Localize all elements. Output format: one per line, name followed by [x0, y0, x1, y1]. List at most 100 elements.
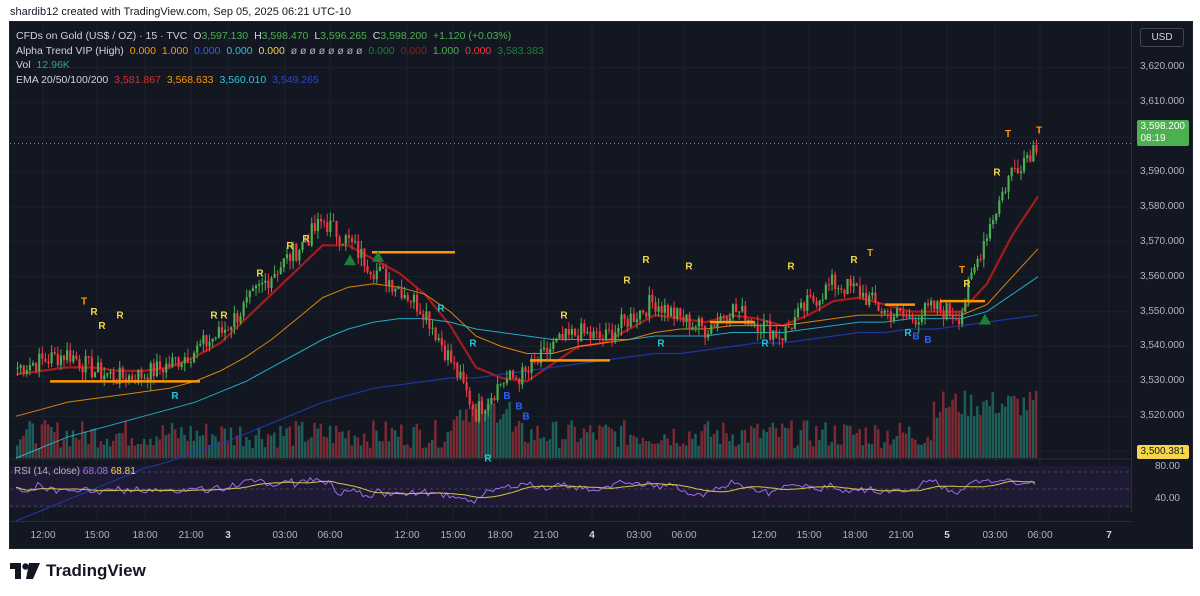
signal-marker-b: B	[522, 412, 529, 423]
candle-body	[47, 361, 50, 364]
candle-body	[558, 333, 561, 339]
volume-bar	[1007, 395, 1010, 458]
volume-bar	[880, 447, 883, 458]
candle-body	[90, 357, 93, 378]
tradingview-logo[interactable]: TradingView	[10, 561, 146, 581]
candle-body	[632, 313, 635, 323]
rsi-name[interactable]: RSI (14, close)	[14, 466, 80, 477]
candle-body	[437, 338, 440, 340]
currency-selector[interactable]: USD	[1140, 28, 1184, 47]
signal-marker-t: T	[867, 248, 873, 259]
candle-body	[276, 273, 279, 275]
candle-body	[183, 357, 186, 364]
volume-bar	[756, 423, 759, 458]
signal-marker-t: T	[1036, 126, 1042, 137]
volume-bar	[149, 438, 152, 458]
volume-bar	[427, 442, 431, 458]
volume-row[interactable]: Vol 12.96K	[16, 58, 547, 73]
volume-bar	[988, 405, 991, 458]
ema-row[interactable]: EMA 20/50/100/200 3,581.867 3,568.633 3,…	[16, 73, 547, 88]
candle-body	[601, 338, 604, 341]
ema20-value: 3,581.867	[114, 73, 161, 86]
candle-body	[251, 288, 255, 292]
symbol-name[interactable]: CFDs on Gold (US$ / OZ) · 15 · TVC	[16, 30, 187, 42]
volume-bar	[790, 420, 793, 458]
volume-bar	[93, 428, 96, 458]
symbol-row[interactable]: CFDs on Gold (US$ / OZ) · 15 · TVC O3,59…	[16, 29, 547, 44]
price-chart[interactable]: TRRR R RRRRRRRBBBRRRRRR RRRTR B BTRRT T	[10, 22, 1132, 522]
candle-body	[319, 218, 323, 222]
candle-body	[812, 295, 815, 302]
candle-body	[1001, 191, 1004, 201]
volume-bar	[904, 433, 908, 458]
volume-bar	[623, 420, 626, 458]
volume-bar	[672, 428, 676, 458]
volume-bar	[889, 444, 892, 458]
tradingview-wordmark: TradingView	[46, 561, 146, 580]
candle-body	[530, 360, 533, 373]
time-axis[interactable]: 12:00 15:00 18:00 21:00 3 03:00 06:00 12:00 15:0…	[10, 521, 1132, 548]
candle-body	[1026, 155, 1029, 159]
candle-body	[707, 333, 710, 338]
volume-bar	[833, 425, 837, 458]
candle-body	[347, 235, 351, 238]
candle-body	[756, 323, 759, 333]
volume-bar	[365, 441, 369, 458]
time-tick: 3	[225, 530, 231, 541]
volume-bar	[285, 428, 288, 458]
candle-body	[561, 333, 564, 340]
candle-body	[976, 258, 979, 268]
candle-body	[930, 300, 933, 306]
candle-body	[360, 248, 363, 258]
volume-bar	[403, 445, 406, 458]
candle-body	[691, 327, 694, 330]
volume-bar	[644, 440, 648, 458]
candle-body	[617, 327, 620, 333]
volume-bar	[815, 425, 818, 458]
candle-body	[1032, 145, 1035, 162]
volume-bar	[839, 444, 843, 458]
volume-bar	[542, 437, 545, 458]
price-tick: 3,570.000	[1140, 235, 1185, 247]
volume-bar	[876, 429, 880, 458]
alpha-trend-row[interactable]: Alpha Trend VIP (High) 0.000 1.000 0.000…	[16, 44, 547, 59]
alpha-trend-name[interactable]: Alpha Trend VIP (High)	[16, 45, 124, 57]
chart-frame[interactable]: TRRRRRRRRRRRBBBRRRRRRRRRTRBBTRRTT CFDs o…	[9, 21, 1193, 549]
ema-name[interactable]: EMA 20/50/100/200	[16, 74, 108, 86]
candle-body	[874, 292, 877, 303]
candle-body	[279, 267, 282, 274]
volume-bar	[920, 444, 923, 458]
candle-body	[868, 295, 871, 305]
candle-body	[310, 223, 313, 246]
candle-body	[611, 330, 614, 342]
candle-body	[258, 284, 261, 286]
time-tick: 06:00	[317, 530, 343, 541]
candle-body	[140, 369, 143, 378]
candle-body	[72, 355, 75, 362]
signal-marker-b: B	[924, 335, 931, 346]
candle-body	[592, 331, 595, 339]
candle-body	[465, 382, 468, 391]
volume-bar	[579, 438, 583, 458]
volume-bar	[858, 429, 861, 458]
candle-body	[440, 338, 443, 346]
candle-body	[961, 311, 964, 325]
volume-bar	[830, 442, 833, 458]
candle-body	[772, 330, 775, 340]
rsi-legend[interactable]: RSI (14, close) 68.08 68.81	[14, 466, 136, 477]
volume-bar	[155, 436, 158, 458]
candle-body	[945, 303, 948, 320]
candle-body	[809, 295, 812, 297]
candle-body	[673, 307, 676, 319]
volume-bar	[935, 417, 939, 458]
volume-bar	[406, 444, 409, 458]
volume-bar	[430, 439, 434, 458]
candle-body	[223, 329, 227, 333]
candle-body	[883, 310, 886, 314]
candle-body	[899, 308, 902, 312]
price-axis[interactable]: USD 3,620.0003,610.0003,600.0003,590.000…	[1131, 22, 1192, 512]
candle-body	[471, 404, 474, 410]
volume-bar	[499, 419, 502, 458]
volume-name[interactable]: Vol	[16, 59, 31, 71]
candle-body	[1007, 176, 1010, 192]
